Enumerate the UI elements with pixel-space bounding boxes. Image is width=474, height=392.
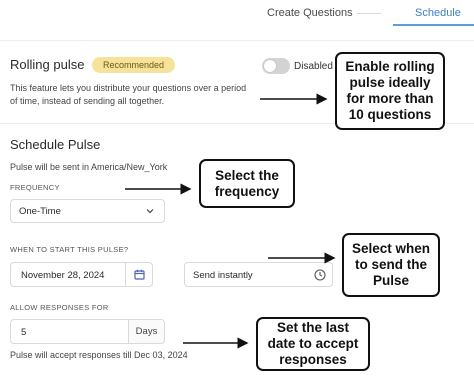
date-picker-button[interactable]	[125, 263, 152, 286]
response-days-input[interactable]: 5 Days	[10, 319, 165, 344]
calendar-icon	[133, 269, 145, 280]
clock-icon	[314, 269, 326, 281]
top-tab-bar: Create Questions Schedule	[0, 0, 474, 26]
callout-frequency: Select the frequency	[199, 159, 295, 208]
timezone-note: Pulse will be sent in America/New_York	[10, 162, 168, 172]
callout-last-date: Set the last date to accept responses	[256, 317, 370, 371]
active-tab-indicator	[393, 24, 474, 26]
chevron-down-icon	[146, 209, 154, 214]
start-time-label: WHEN TO START THIS PULSE?	[10, 245, 129, 254]
frequency-select[interactable]: One-Time	[10, 199, 165, 223]
response-days-value: 5	[21, 327, 27, 338]
header-divider	[0, 40, 474, 41]
send-time-value: Send instantly	[193, 270, 253, 281]
tab-create-questions[interactable]: Create Questions	[267, 7, 353, 19]
toggle-status-label: Disabled	[294, 61, 333, 72]
rolling-pulse-title: Rolling pulse	[10, 57, 85, 72]
frequency-value: One-Time	[19, 206, 61, 217]
start-date-value: November 28, 2024	[21, 270, 105, 281]
tab-schedule[interactable]: Schedule	[415, 7, 461, 19]
rolling-pulse-description: This feature lets you distribute your qu…	[10, 83, 247, 106]
allow-responses-label: ALLOW RESPONSES FOR	[10, 303, 109, 312]
send-time-input[interactable]: Send instantly	[184, 262, 333, 287]
tab-separator	[357, 13, 381, 14]
recommended-badge: Recommended	[92, 57, 175, 73]
accept-responses-note: Pulse will accept responses till Dec 03,…	[10, 350, 188, 360]
days-unit-label: Days	[128, 320, 164, 343]
schedule-pulse-title: Schedule Pulse	[10, 137, 101, 152]
frequency-label: FREQUENCY	[10, 183, 60, 192]
callout-rolling-pulse: Enable rolling pulse ideally for more th…	[335, 52, 445, 130]
start-date-input[interactable]: November 28, 2024	[10, 262, 153, 287]
callout-send-time: Select when to send the Pulse	[342, 233, 440, 297]
rolling-pulse-toggle[interactable]	[262, 58, 290, 74]
toggle-knob	[264, 60, 276, 72]
